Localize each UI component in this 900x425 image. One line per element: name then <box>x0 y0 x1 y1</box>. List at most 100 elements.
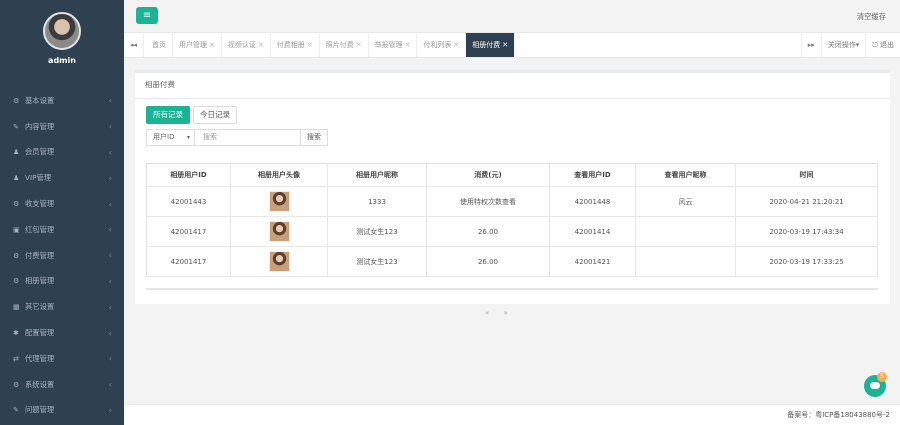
chevron-left-icon: ‹ <box>108 147 112 157</box>
chevron-left-icon: ‹ <box>108 302 112 312</box>
chevron-down-icon: ▾ <box>186 134 190 141</box>
envelope-icon: ▣ <box>13 225 20 234</box>
sidebar-item-paid[interactable]: ⚙ 付费管理 ‹ <box>0 243 124 269</box>
cell-album-user-id: 42001443 <box>146 186 231 217</box>
record-filter-buttons: 所有记录 今日记录 <box>146 106 237 124</box>
menu-toggle-button[interactable]: ≡ <box>136 7 158 24</box>
tab-label: 举报管理 <box>374 41 403 49</box>
username[interactable]: admin <box>0 56 124 65</box>
sidebar-item-label: 系统设置 <box>25 379 55 389</box>
search-field-select[interactable]: 用户ID ▾ <box>146 129 195 146</box>
search-button[interactable]: 搜索 <box>301 129 328 146</box>
table-row: 42001417 测试女生123 26.00 42001414 2020-03-… <box>146 216 878 247</box>
today-records-button[interactable]: 今日记录 <box>193 106 237 124</box>
search-input[interactable]: 搜索 <box>195 129 301 146</box>
table-row: 42001443 1333 使用特权次数查看 42001448 风云 2020-… <box>146 186 878 217</box>
sidebar-item-members[interactable]: ♟ 会员管理 ‹ <box>0 140 124 166</box>
tab-users[interactable]: 用户管理 ✕ <box>173 33 222 57</box>
user-avatar-thumbnail[interactable] <box>268 251 290 272</box>
chevron-left-icon: ‹ <box>108 380 112 390</box>
sidebar-item-album[interactable]: ⚙ 相册管理 ‹ <box>0 269 124 295</box>
edit-icon: ✎ <box>13 122 19 131</box>
tab-benefit-list[interactable]: 付利列表 ✕ <box>417 33 467 57</box>
horizontal-scrollbar[interactable] <box>146 288 878 290</box>
sidebar-item-config[interactable]: ✱ 配置管理 ‹ <box>0 320 124 346</box>
close-icon[interactable]: ✕ <box>307 41 313 49</box>
footer: 备案号：粤ICP备18043880号-2 <box>124 404 900 425</box>
sidebar-item-label: 红包管理 <box>25 224 55 234</box>
close-icon[interactable]: ✕ <box>502 41 508 49</box>
tab-photo-paid[interactable]: 照片付费 ✕ <box>320 33 369 57</box>
profile: admin <box>0 0 124 88</box>
chevron-left-icon: ‹ <box>108 276 112 286</box>
column-header: 相册用户ID <box>146 163 231 187</box>
cell-avatar <box>230 246 328 277</box>
sidebar: admin ⚙ 基本设置 ‹ ✎ 内容管理 ‹ ♟ 会员管理 ‹ ♟ VIP管理 ‹ ⚙ 收支管理… <box>0 0 124 425</box>
user-icon: ♟ <box>13 174 20 183</box>
tab-album-payment[interactable]: 相册付费 ✕ <box>466 33 516 57</box>
close-icon[interactable]: ✕ <box>405 41 411 49</box>
gear-icon: ⚙ <box>13 251 20 260</box>
icp-record[interactable]: 备案号：粤ICP备18043880号-2 <box>787 410 890 420</box>
cell-nickname: 1333 <box>327 186 427 217</box>
tabs-prev-button[interactable]: ◂◂ <box>124 33 144 57</box>
sidebar-item-label: 代理管理 <box>25 353 55 363</box>
tab-label: 付费相册 <box>276 41 305 49</box>
sidebar-item-label: 会员管理 <box>25 147 55 157</box>
tab-paid-album[interactable]: 付费相册 ✕ <box>271 33 320 57</box>
cell-viewer-id: 42001448 <box>549 186 636 217</box>
sidebar-menu: ⚙ 基本设置 ‹ ✎ 内容管理 ‹ ♟ 会员管理 ‹ ♟ VIP管理 ‹ ⚙ 收支管理 ‹ ▣ 红包管… <box>0 88 124 423</box>
chevron-left-icon: ‹ <box>108 199 112 209</box>
cell-time: 2020-04-21 21:20:21 <box>735 186 878 217</box>
sidebar-item-agent[interactable]: ⇄ 代理管理 ‹ <box>0 346 124 372</box>
logout-button[interactable]: ⎋ 退出 <box>865 33 900 57</box>
sidebar-item-label: 内容管理 <box>25 121 55 131</box>
sidebar-item-other[interactable]: ▦ 其它设置 ‹ <box>0 294 124 320</box>
cell-viewer-nickname <box>635 216 736 247</box>
cell-amount: 26.00 <box>426 246 550 277</box>
close-icon[interactable]: ✕ <box>209 41 215 49</box>
sidebar-item-redpacket[interactable]: ▣ 红包管理 ‹ <box>0 217 124 243</box>
all-records-button[interactable]: 所有记录 <box>146 106 190 124</box>
cell-nickname: 测试女生123 <box>327 246 427 277</box>
tab-label: 照片付费 <box>325 41 354 49</box>
tabs-next-button[interactable]: ▸▸ <box>800 33 821 57</box>
pagination[interactable]: « » <box>485 309 514 317</box>
gears-icon: ⚙ <box>13 380 20 389</box>
sidebar-item-questions[interactable]: ✎ 问题管理 ‹ <box>0 398 124 424</box>
tab-reports[interactable]: 举报管理 ✕ <box>369 33 418 57</box>
user-icon: ♟ <box>13 148 20 157</box>
sidebar-item-label: 收支管理 <box>25 199 55 209</box>
tab-home[interactable]: 首页 <box>146 33 173 57</box>
content-panel: 相册付费 所有记录 今日记录 用户ID ▾ 搜索 搜索 相册用户ID 相册用户头像… <box>135 70 890 304</box>
tabs-bar: ◂◂ 首页 用户管理 ✕ 视频认证 ✕ 付费相册 ✕ 照片付费 ✕ 举报管理 ✕ 付利列表… <box>124 33 900 58</box>
sidebar-item-basic-settings[interactable]: ⚙ 基本设置 ‹ <box>0 88 124 114</box>
close-icon[interactable]: ✕ <box>356 41 362 49</box>
column-header: 时间 <box>735 163 878 187</box>
cell-time: 2020-03-19 17:43:34 <box>735 216 878 247</box>
sidebar-item-label: 配置管理 <box>25 328 55 338</box>
tab-video-auth[interactable]: 视频认证 ✕ <box>222 33 271 57</box>
grid-icon: ▦ <box>13 303 20 312</box>
avatar[interactable] <box>43 12 81 50</box>
tab-label: 首页 <box>152 41 166 49</box>
sidebar-item-label: 问题管理 <box>25 405 55 415</box>
clear-cache-link[interactable]: 清空缓存 <box>857 12 886 22</box>
close-icon[interactable]: ✕ <box>258 41 264 49</box>
user-avatar-thumbnail[interactable] <box>268 221 290 242</box>
sidebar-item-system[interactable]: ⚙ 系统设置 ‹ <box>0 372 124 398</box>
column-header: 查看用户昵称 <box>635 163 736 187</box>
sidebar-item-label: 基本设置 <box>25 95 55 105</box>
sidebar-item-vip[interactable]: ♟ VIP管理 ‹ <box>0 165 124 191</box>
records-table: 相册用户ID 相册用户头像 相册用户昵称 消费(元) 查看用户ID 查看用户昵称… <box>146 163 878 277</box>
cell-amount: 使用特权次数查看 <box>426 186 550 217</box>
close-operations-dropdown[interactable]: 关闭操作▾ <box>820 33 866 57</box>
chevron-left-icon: ‹ <box>108 405 112 415</box>
tab-label: 付利列表 <box>423 41 452 49</box>
close-icon[interactable]: ✕ <box>453 41 459 49</box>
table-header-row: 相册用户ID 相册用户头像 相册用户昵称 消费(元) 查看用户ID 查看用户昵称… <box>146 163 878 187</box>
tabs: 首页 用户管理 ✕ 视频认证 ✕ 付费相册 ✕ 照片付费 ✕ 举报管理 ✕ 付利列表 ✕ 相… <box>146 33 516 57</box>
sidebar-item-finance[interactable]: ⚙ 收支管理 ‹ <box>0 191 124 217</box>
sidebar-item-content[interactable]: ✎ 内容管理 ‹ <box>0 114 124 140</box>
user-avatar-thumbnail[interactable] <box>268 191 290 212</box>
